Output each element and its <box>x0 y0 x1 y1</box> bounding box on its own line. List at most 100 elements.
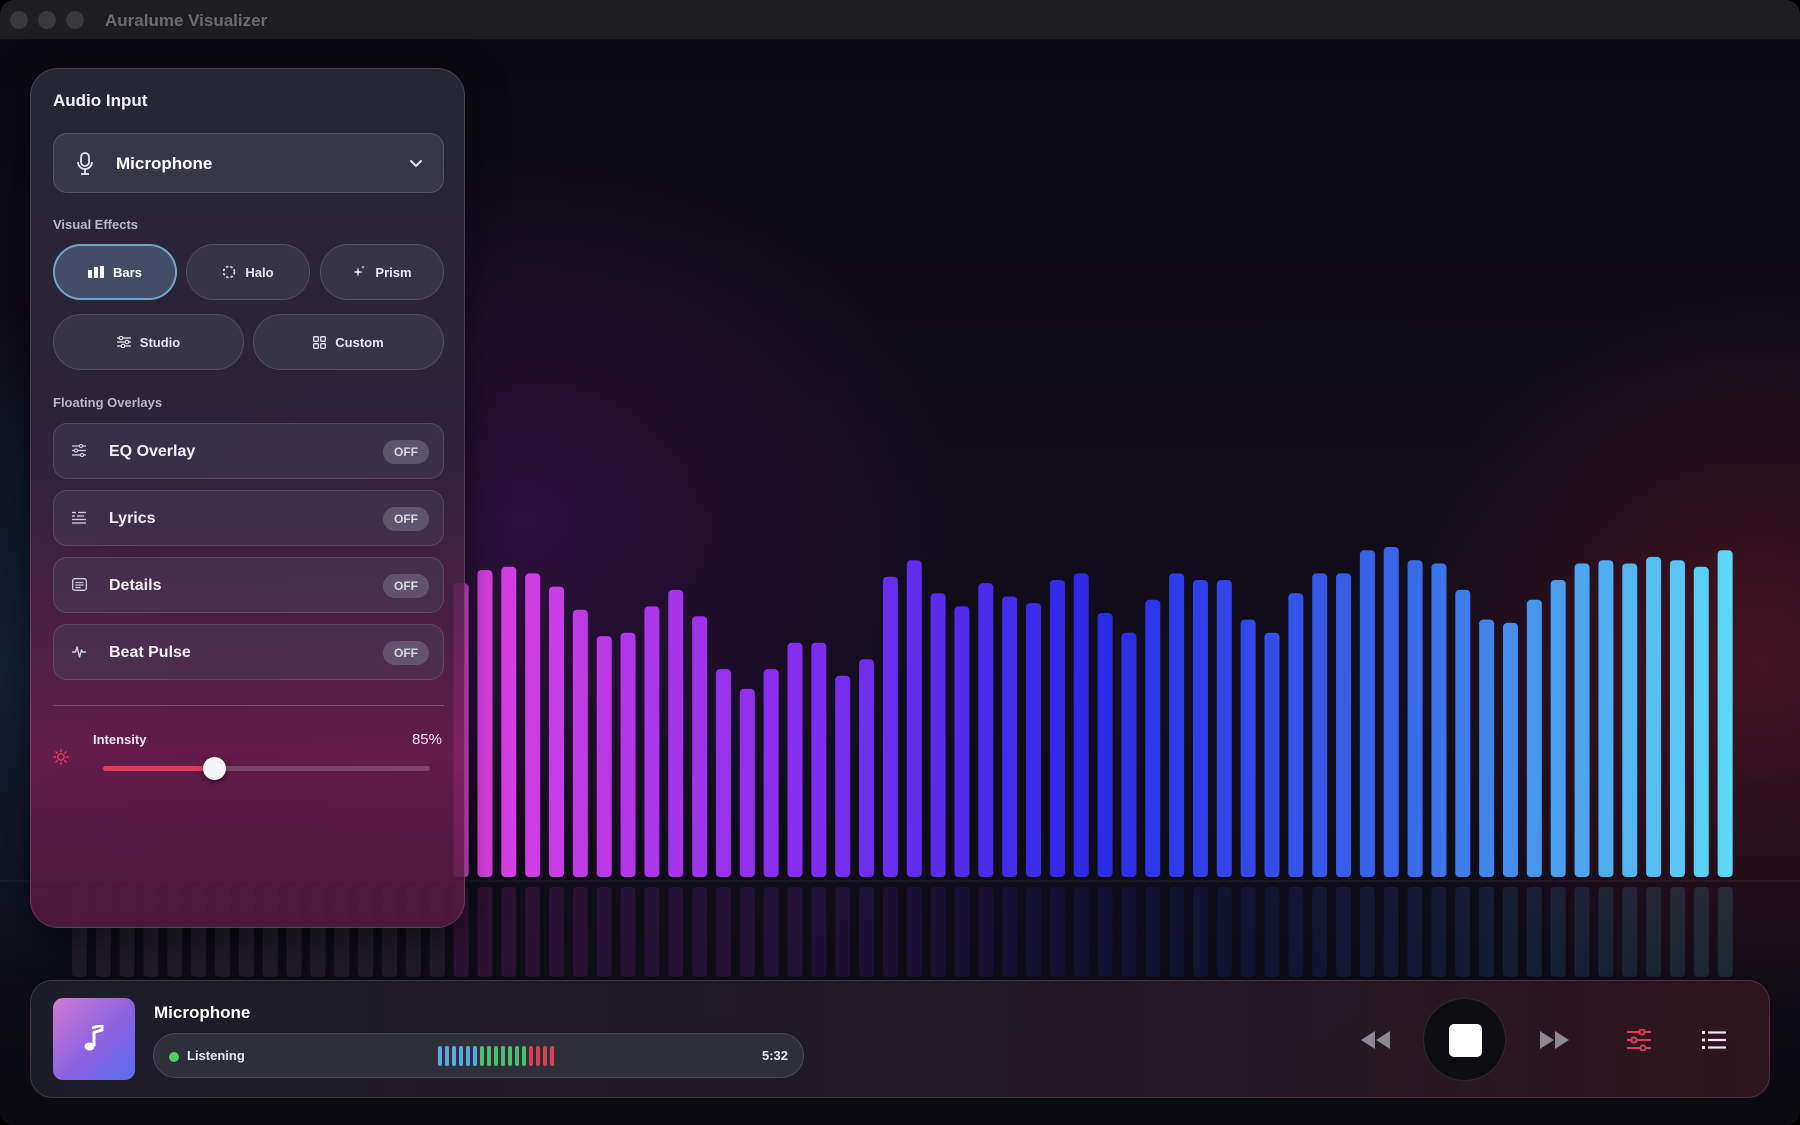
spectrum-bar <box>1216 580 1232 877</box>
spectrum-bar-reflection <box>739 887 755 977</box>
details-icon <box>72 578 87 591</box>
spectrum-bar-reflection <box>501 887 517 977</box>
spectrum-bar-reflection <box>1049 887 1065 977</box>
level-meter-segment <box>466 1046 470 1066</box>
spectrum-bar-reflection <box>1526 887 1542 977</box>
overlay-eq-toggle[interactable]: OFF <box>383 440 429 464</box>
playlist-icon[interactable] <box>1702 1030 1726 1050</box>
overlay-eq-row[interactable]: EQ Overlay OFF <box>53 423 444 479</box>
spectrum-bar-reflection <box>1336 887 1352 977</box>
spectrum-bar-reflection <box>668 887 684 977</box>
spectrum-bar-reflection <box>477 887 493 977</box>
spectrum-bar-reflection <box>644 887 660 977</box>
panel-title: Audio Input <box>53 91 148 110</box>
spectrum-bar-reflection <box>1693 887 1709 977</box>
spectrum-bar-reflection <box>1097 887 1113 977</box>
level-meter-segment <box>438 1046 442 1066</box>
overlay-details-label: Details <box>109 577 162 594</box>
level-meter-segment <box>529 1046 533 1066</box>
spectrum-bar <box>1312 573 1328 877</box>
rewind-icon[interactable] <box>1361 1031 1391 1049</box>
effect-studio-label: Studio <box>139 334 181 350</box>
spectrum-bar-reflection <box>1479 887 1495 977</box>
level-meter <box>438 1046 554 1066</box>
pulse-icon <box>72 646 86 658</box>
spectrum-bar-reflection <box>692 887 708 977</box>
spectrum-bar-reflection <box>859 887 875 977</box>
overlay-beat-pulse-row[interactable]: Beat Pulse OFF <box>53 624 444 680</box>
overlay-beat-pulse-toggle[interactable]: OFF <box>383 641 429 665</box>
spectrum-bar <box>525 573 541 877</box>
spectrum-bar-reflection <box>1383 887 1399 977</box>
effect-bars-button[interactable]: Bars <box>53 244 177 300</box>
level-meter-segment <box>508 1046 512 1066</box>
spectrum-bar-reflection <box>1240 887 1256 977</box>
intensity-slider-fill <box>103 766 215 771</box>
spectrum-bar <box>1264 632 1280 877</box>
spectrum-bar-reflection <box>835 887 851 977</box>
spectrum-bar-reflection <box>1169 887 1185 977</box>
spectrum-bar <box>501 566 517 877</box>
spectrum-bar <box>1049 580 1065 877</box>
now-playing-title: Microphone <box>154 1003 251 1022</box>
spectrum-bar <box>1336 573 1352 877</box>
effect-studio-button[interactable]: Studio <box>53 314 244 370</box>
floating-overlays-label: Floating Overlays <box>53 395 163 410</box>
spectrum-bar-reflection <box>572 887 588 977</box>
spectrum-bar <box>1359 550 1375 877</box>
equalizer-icon[interactable] <box>1627 1029 1651 1051</box>
intensity-slider[interactable] <box>103 757 430 780</box>
sparkle-icon <box>353 265 366 277</box>
overlay-lyrics-toggle[interactable]: OFF <box>383 507 429 531</box>
spectrum-bar <box>1622 563 1638 877</box>
overlay-lyrics-row[interactable]: Lyrics OFF <box>53 490 444 546</box>
spectrum-bar-reflection <box>549 887 564 977</box>
spectrum-bar <box>1169 573 1185 877</box>
spectrum-bar-reflection <box>1550 887 1566 977</box>
lyrics-icon <box>72 511 86 524</box>
spectrum-bar <box>1455 589 1471 877</box>
spectrum-bar <box>1479 619 1495 877</box>
spectrum-bar-reflection <box>1646 887 1662 977</box>
overlay-details-toggle[interactable]: OFF <box>383 574 429 598</box>
spectrum-bar <box>882 576 898 877</box>
overlay-lyrics-label: Lyrics <box>109 510 156 527</box>
spectrum-bar <box>739 688 755 877</box>
spectrum-bar <box>549 586 564 877</box>
spectrum-bar-reflection <box>882 887 898 977</box>
app-window: Auralume Visualizer Audio Input Micropho… <box>0 0 1800 1125</box>
fast-forward-icon[interactable] <box>1539 1031 1569 1049</box>
effect-custom-button[interactable]: Custom <box>253 314 444 370</box>
spectrum-bar <box>835 675 851 877</box>
effect-halo-label: Halo <box>245 264 274 280</box>
overlay-eq-label: EQ Overlay <box>109 443 196 460</box>
spectrum-bar-reflection <box>1312 887 1328 977</box>
chevron-down-icon <box>410 160 422 168</box>
halo-icon <box>223 265 236 279</box>
spectrum-bar <box>930 593 946 877</box>
level-meter-segment <box>543 1046 547 1066</box>
spectrum-bar-reflection <box>1622 887 1638 977</box>
spectrum-bar <box>1574 563 1590 877</box>
spectrum-bar <box>1550 580 1566 877</box>
spectrum-bar-reflection <box>954 887 970 977</box>
spectrum-bar-reflection <box>1026 887 1041 977</box>
stop-button[interactable] <box>1423 998 1506 1081</box>
visual-effects-label: Visual Effects <box>53 217 139 232</box>
intensity-slider-thumb[interactable] <box>203 757 227 780</box>
effect-prism-button[interactable]: Prism <box>320 244 444 300</box>
audio-input-dropdown[interactable]: Microphone <box>53 133 444 193</box>
overlay-details-row[interactable]: Details OFF <box>53 557 444 613</box>
spectrum-bar-reflection <box>1359 887 1375 977</box>
audio-input-label: Microphone <box>116 154 213 173</box>
effect-halo-button[interactable]: Halo <box>186 244 310 300</box>
music-note-icon <box>84 1025 104 1051</box>
spectrum-bar-reflection <box>1216 887 1232 977</box>
spectrum-bar-reflection <box>763 887 779 977</box>
level-meter-segment <box>445 1046 449 1066</box>
effect-custom-label: Custom <box>335 334 384 350</box>
spectrum-bar-reflection <box>1145 887 1161 977</box>
player-bar: Microphone Listening 5:32 <box>30 980 1770 1098</box>
level-meter-segment <box>522 1046 526 1066</box>
spectrum-bar <box>692 616 708 877</box>
